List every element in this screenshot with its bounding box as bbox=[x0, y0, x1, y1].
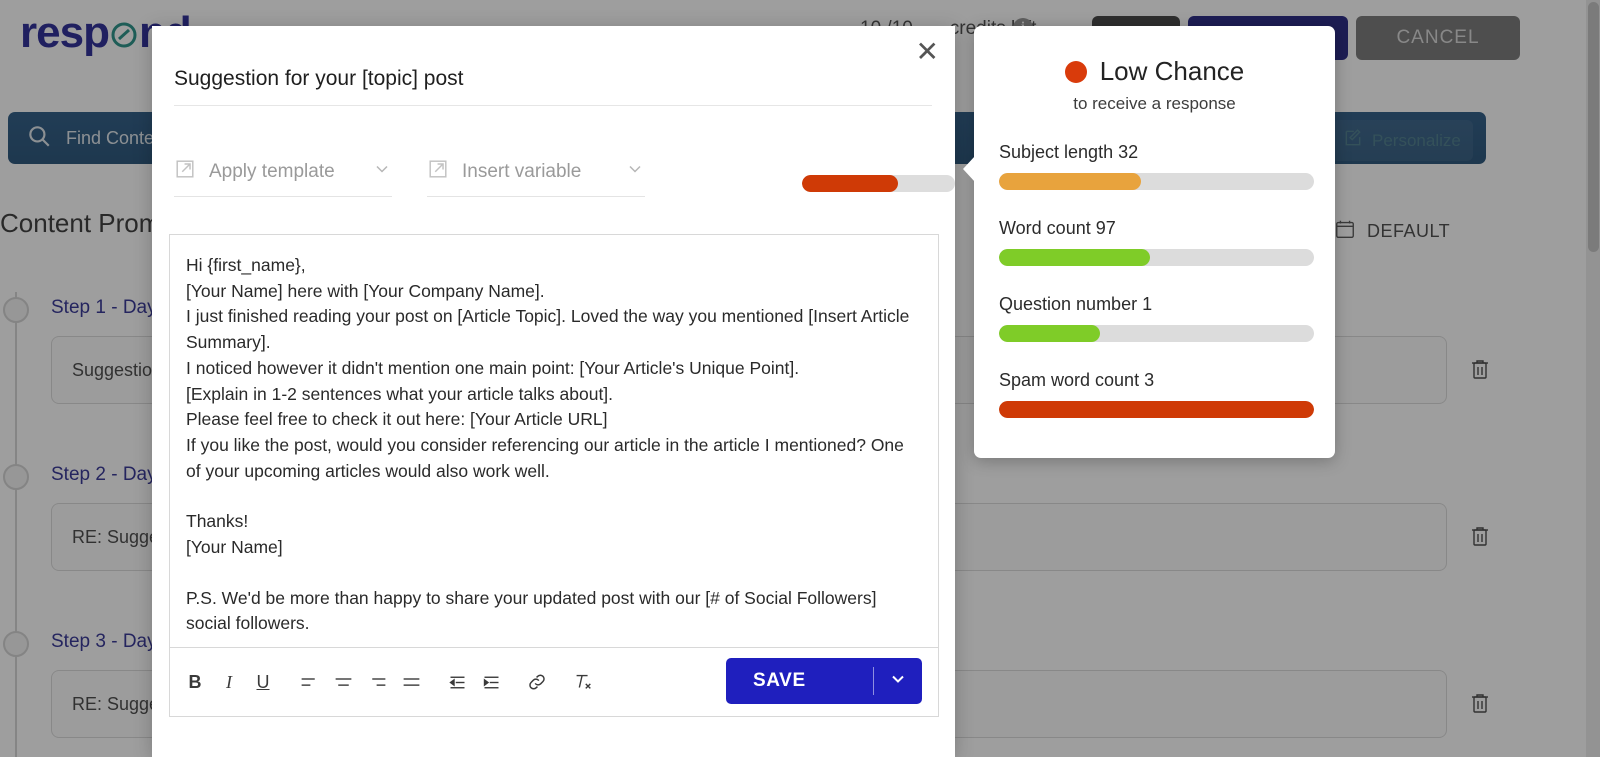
body-line: If you like the post, would you consider… bbox=[186, 434, 904, 481]
metric-track bbox=[999, 173, 1314, 190]
body-line: Please feel free to check it out here: [… bbox=[186, 409, 608, 430]
indent-icon[interactable] bbox=[474, 665, 508, 699]
underline-button[interactable]: U bbox=[246, 665, 280, 699]
italic-button[interactable]: I bbox=[212, 665, 246, 699]
align-center-icon[interactable] bbox=[326, 665, 360, 699]
external-link-icon bbox=[427, 158, 449, 185]
metric-fill bbox=[999, 173, 1141, 190]
bold-button[interactable]: B bbox=[178, 665, 212, 699]
body-blank-line bbox=[186, 484, 922, 509]
save-button-label: SAVE bbox=[753, 670, 806, 691]
body-blank-line bbox=[186, 561, 922, 586]
metric-track bbox=[999, 325, 1314, 342]
modal-toolbar: Apply template Insert variable bbox=[174, 148, 955, 210]
chevron-down-icon bbox=[372, 159, 392, 184]
align-left-icon[interactable] bbox=[292, 665, 326, 699]
metric-label: Word count 97 bbox=[999, 218, 1116, 238]
body-line: P.S. We'd be more than happy to share yo… bbox=[186, 587, 877, 634]
metric-row: Subject length 32 bbox=[999, 142, 1314, 190]
link-icon[interactable] bbox=[520, 665, 554, 699]
close-icon[interactable]: ✕ bbox=[916, 38, 939, 66]
body-line: [Your Name] bbox=[186, 537, 283, 558]
body-line: Hi {first_name}, bbox=[186, 255, 306, 275]
body-line: [Your Name] here with [Your Company Name… bbox=[186, 280, 545, 301]
body-line: I noticed however it didn't mention one … bbox=[186, 357, 800, 378]
metric-label: Subject length 32 bbox=[999, 142, 1139, 162]
align-justify-icon[interactable] bbox=[394, 665, 428, 699]
email-quality-bar[interactable] bbox=[802, 175, 955, 192]
email-quality-bar-fill bbox=[802, 175, 899, 192]
insert-variable-label: Insert variable bbox=[462, 160, 582, 182]
chevron-down-icon[interactable] bbox=[874, 669, 922, 694]
align-right-icon[interactable] bbox=[360, 665, 394, 699]
body-line: I just finished reading your post on [Ar… bbox=[186, 306, 910, 353]
outdent-icon[interactable] bbox=[440, 665, 474, 699]
body-line: Thanks! bbox=[186, 511, 249, 532]
metric-label: Spam word count 3 bbox=[999, 370, 1155, 390]
chance-header: Low Chance bbox=[999, 56, 1310, 87]
modal-subject-title[interactable]: Suggestion for your [topic] post bbox=[174, 67, 932, 106]
apply-template-label: Apply template bbox=[209, 160, 335, 182]
editor-format-toolbar: B I U SAVE bbox=[169, 648, 939, 717]
popup-pointer bbox=[963, 156, 975, 182]
email-editor-modal: ✕ Suggestion for your [topic] post Apply… bbox=[152, 26, 955, 757]
chance-subtitle: to receive a response bbox=[1073, 94, 1236, 113]
metric-row: Word count 97 bbox=[999, 218, 1314, 266]
save-button[interactable]: SAVE bbox=[726, 658, 922, 704]
metric-label: Question number 1 bbox=[999, 294, 1153, 314]
insert-variable-dropdown[interactable]: Insert variable bbox=[427, 158, 645, 197]
screen-root: respnd 10 /10 credits left i CANCEL Find… bbox=[0, 0, 1600, 757]
email-body-editor[interactable]: Hi {first_name}, [Your Name] here with [Y… bbox=[169, 234, 939, 648]
chevron-down-icon bbox=[625, 159, 645, 184]
metric-row: Spam word count 3 bbox=[999, 370, 1314, 418]
metric-track bbox=[999, 249, 1314, 266]
metric-fill bbox=[999, 325, 1100, 342]
response-chance-popup: Low Chance to receive a response Subject… bbox=[963, 26, 1335, 458]
apply-template-dropdown[interactable]: Apply template bbox=[174, 158, 392, 197]
chance-title: Low Chance bbox=[1099, 56, 1245, 86]
status-dot-icon bbox=[1064, 60, 1087, 83]
metric-fill bbox=[999, 401, 1314, 418]
body-line: [Explain in 1-2 sentences what your arti… bbox=[186, 383, 614, 404]
external-link-icon bbox=[174, 158, 196, 185]
metric-fill bbox=[999, 249, 1151, 266]
metrics-list: Subject length 32 Word count 97 Question n… bbox=[999, 142, 1314, 418]
clear-formatting-icon[interactable] bbox=[566, 665, 600, 699]
metric-track bbox=[999, 401, 1314, 418]
metric-row: Question number 1 bbox=[999, 294, 1314, 342]
